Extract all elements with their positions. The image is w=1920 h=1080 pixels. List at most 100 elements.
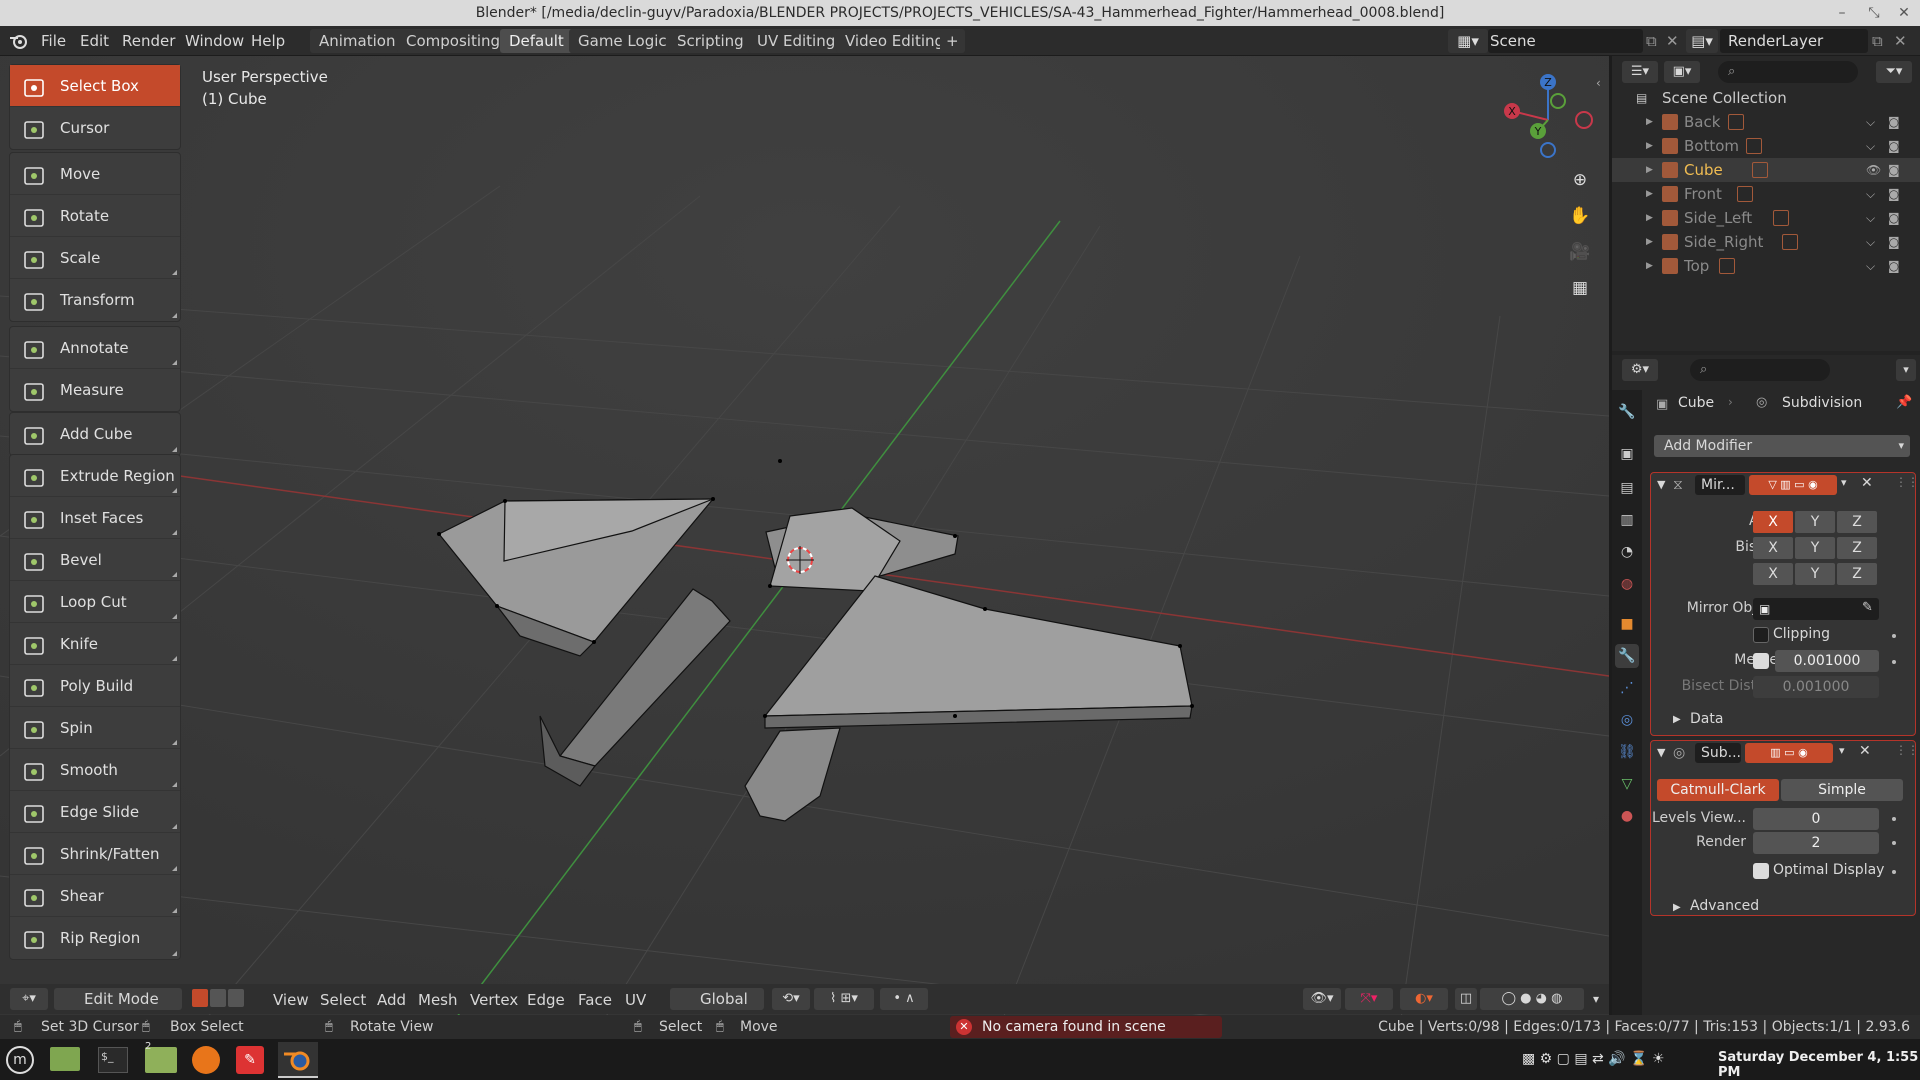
world-tab-icon[interactable]: ◍: [1615, 572, 1639, 596]
tool-knife[interactable]: Knife: [10, 623, 180, 665]
terminal-icon[interactable]: $_: [98, 1047, 128, 1073]
axis-y-toggle[interactable]: Y: [1795, 511, 1835, 533]
collapse-icon[interactable]: ▼: [1657, 478, 1665, 491]
delete-scene-icon[interactable]: ✕: [1666, 29, 1684, 53]
minimize-icon[interactable]: –: [1826, 0, 1858, 26]
menu-help[interactable]: Help: [251, 31, 285, 51]
zoom-icon[interactable]: ⊕: [1566, 166, 1594, 194]
tool-cursor[interactable]: Cursor: [10, 107, 180, 149]
collapse-sidebar-icon[interactable]: ‹: [1596, 76, 1601, 90]
ortho-grid-icon[interactable]: ▦: [1566, 274, 1594, 302]
editor-type-icon[interactable]: ⌖▾: [10, 988, 48, 1010]
menu-edge[interactable]: Edge: [527, 991, 565, 1009]
pivot-icon[interactable]: ⟲▾: [772, 988, 810, 1010]
axis-z-toggle[interactable]: Z: [1837, 511, 1877, 533]
modifier-visibility-icons[interactable]: ▥ ▭ ◉: [1745, 743, 1833, 763]
viewport-scene[interactable]: [0, 56, 1609, 1026]
menu-window[interactable]: Window: [185, 31, 244, 51]
tool-spin[interactable]: Spin: [10, 707, 180, 749]
tool-move[interactable]: Move: [10, 153, 180, 195]
clock[interactable]: Saturday December 4, 1:55 PM: [1718, 1050, 1920, 1080]
navigation-gizmo[interactable]: Z X Y: [1500, 70, 1600, 170]
gizmo-x-label[interactable]: X: [1508, 105, 1516, 118]
error-report[interactable]: ✕No camera found in scene "Scene": [950, 1016, 1222, 1057]
bisect-distance-field[interactable]: 0.001000: [1753, 676, 1879, 698]
menu-mesh[interactable]: Mesh: [418, 991, 458, 1009]
eyedropper-icon[interactable]: ✎: [1862, 600, 1873, 615]
object-tab-icon[interactable]: ■: [1615, 612, 1639, 636]
flip-y-toggle[interactable]: Y: [1795, 563, 1835, 585]
axis-x-toggle[interactable]: X: [1753, 511, 1793, 533]
visibility-icon[interactable]: 👁▾: [1303, 988, 1341, 1010]
tab-game-logic[interactable]: Game Logic: [569, 29, 676, 53]
menu-vertex[interactable]: Vertex: [470, 991, 518, 1009]
tool-add-cube[interactable]: Add Cube: [10, 413, 180, 455]
render-tab-icon[interactable]: ▣: [1615, 442, 1639, 466]
menu-render[interactable]: Render: [122, 31, 175, 51]
tool-shrink-fatten[interactable]: Shrink/Fatten: [10, 833, 180, 875]
viewlayer-field[interactable]: RenderLayer: [1720, 29, 1868, 53]
xray-icon[interactable]: ◫: [1455, 988, 1477, 1010]
properties-search-icon[interactable]: ⌕: [1690, 359, 1830, 381]
tool-loop-cut[interactable]: Loop Cut: [10, 581, 180, 623]
tool-bevel[interactable]: Bevel: [10, 539, 180, 581]
filter-icon[interactable]: ⏷▾: [1876, 61, 1912, 83]
expand-arrow-icon[interactable]: ▶: [1646, 182, 1653, 206]
proportional-edit-icon[interactable]: • ∧: [880, 988, 928, 1010]
output-tab-icon[interactable]: ▤: [1615, 476, 1639, 500]
outliner-item-cube[interactable]: ▶ Cube 👁 ◙: [1612, 158, 1920, 182]
context-object-label[interactable]: Cube: [1678, 395, 1714, 411]
tab-default[interactable]: Default: [500, 29, 573, 53]
restore-icon[interactable]: ⤡: [1858, 0, 1890, 26]
drag-handle-icon[interactable]: ⋮⋮: [1895, 743, 1919, 757]
subsurf-name-field[interactable]: Sub...: [1695, 743, 1741, 763]
tool-measure[interactable]: Measure: [10, 369, 180, 411]
advanced-subpanel-label[interactable]: Advanced: [1690, 898, 1759, 914]
tool-inset-faces[interactable]: Inset Faces: [10, 497, 180, 539]
snap-icon[interactable]: ⌇ ⊞▾: [814, 988, 874, 1010]
keyframe-dot-icon[interactable]: [1892, 660, 1896, 664]
outliner-item-front[interactable]: ▶ Front ⌵ ◙: [1612, 182, 1920, 206]
render-camera-icon[interactable]: ◙: [1888, 182, 1900, 206]
expand-data-icon[interactable]: ▶: [1673, 714, 1681, 725]
gizmo-y-label[interactable]: Y: [1534, 125, 1542, 138]
drag-handle-icon[interactable]: ⋮⋮: [1895, 475, 1919, 489]
menu-uv[interactable]: UV: [625, 991, 646, 1009]
eye-closed-icon[interactable]: ⌵: [1866, 230, 1875, 254]
pin-icon[interactable]: 📌: [1896, 395, 1912, 410]
tab-compositing[interactable]: Compositing: [397, 29, 510, 53]
particles-tab-icon[interactable]: ⋰: [1615, 676, 1639, 700]
tool-poly-build[interactable]: Poly Build: [10, 665, 180, 707]
add-modifier-dropdown[interactable]: Add Modifier ▾: [1654, 435, 1910, 457]
modifier-tab-icon[interactable]: 🔧: [1615, 644, 1639, 668]
outliner-item-side-right[interactable]: ▶ Side_Right ⌵ ◙: [1612, 230, 1920, 254]
3d-viewport[interactable]: [0, 56, 1609, 1026]
menu-add[interactable]: Add: [377, 991, 406, 1009]
tool-scale[interactable]: Scale: [10, 237, 180, 279]
gizmo-toggle-icon[interactable]: ⤧▾: [1345, 988, 1393, 1010]
new-viewlayer-icon[interactable]: ⧉: [1872, 29, 1892, 53]
firefox-icon[interactable]: [192, 1046, 220, 1074]
constraints-tab-icon[interactable]: ⛓: [1615, 740, 1639, 764]
tool-transform[interactable]: Transform: [10, 279, 180, 321]
mode-dropdown[interactable]: Edit Mode: [54, 988, 182, 1010]
eye-closed-icon[interactable]: ⌵: [1866, 206, 1875, 230]
data-tab-icon[interactable]: ▽: [1615, 772, 1639, 796]
display-mode-icon[interactable]: ▣▾: [1664, 61, 1700, 83]
tool-shear[interactable]: Shear: [10, 875, 180, 917]
new-scene-icon[interactable]: ⧉: [1646, 29, 1664, 53]
menu-face[interactable]: Face: [578, 991, 612, 1009]
bisect-y-toggle[interactable]: Y: [1795, 537, 1835, 559]
material-tab-icon[interactable]: ●: [1615, 804, 1639, 828]
keyframe-dot-icon[interactable]: [1892, 870, 1896, 874]
render-camera-icon[interactable]: ◙: [1888, 158, 1900, 182]
outliner-item-back[interactable]: ▶ Back ⌵ ◙: [1612, 110, 1920, 134]
shading-options-icon[interactable]: ▾: [1586, 988, 1606, 1010]
viewlayer-browse-icon[interactable]: ▤▾: [1686, 29, 1718, 53]
outliner-search-icon[interactable]: ⌕: [1718, 61, 1858, 83]
shading-mode-icons[interactable]: ◯ ● ◕ ◍: [1480, 988, 1584, 1010]
close-icon[interactable]: ✕: [1888, 0, 1920, 26]
expand-arrow-icon[interactable]: ▶: [1646, 134, 1653, 158]
menu-view[interactable]: View: [273, 991, 309, 1009]
scene-tab-icon[interactable]: ◔: [1615, 540, 1639, 564]
